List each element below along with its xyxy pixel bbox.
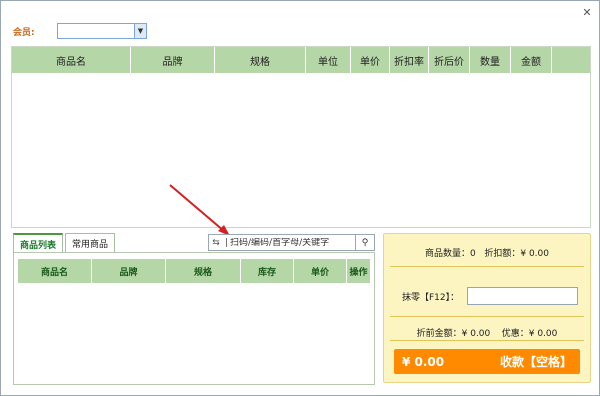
col-discount-rate: 折扣率 xyxy=(390,47,429,73)
cashier-window: ✕ 会员: ▼ 商品名 品牌 规格 单位 单价 折扣率 折后价 数量 金额 商品… xyxy=(0,0,600,396)
summary-row-amount: 折前金额：¥ 0.00 优惠：¥ 0.00 xyxy=(384,326,590,339)
benefit-value: ¥ 0.00 xyxy=(528,329,558,339)
pre-discount-value: ¥ 0.00 xyxy=(461,329,491,339)
qty-value: 0 xyxy=(470,249,476,259)
col-spec: 规格 xyxy=(215,47,306,73)
summary-row-qty: 商品数量：0 折扣额：¥ 0.00 xyxy=(384,246,590,259)
divider xyxy=(390,266,584,267)
tab-product-list[interactable]: 商品列表 xyxy=(13,233,64,253)
benefit-label: 优惠： xyxy=(501,329,529,339)
search-divider xyxy=(226,238,227,247)
pay-amount: ¥ 0.00 xyxy=(402,354,445,369)
col-price: 单价 xyxy=(351,47,390,73)
list-col-action: 操作 xyxy=(349,267,368,278)
col-unit: 单位 xyxy=(306,47,351,73)
qty-label: 商品数量： xyxy=(425,249,471,259)
divider xyxy=(390,340,584,341)
list-col-price: 单价 xyxy=(294,259,347,283)
discount-value: ¥ 0.00 xyxy=(520,249,549,259)
round-off-label: 抹零【F12】： xyxy=(402,292,460,303)
product-browser: 商品列表 常用商品 ⇆ ⚲ 商品名 品牌 规格 库存 单价 操作 xyxy=(11,233,375,385)
swap-icon[interactable]: ⇆ xyxy=(209,238,223,248)
member-bar: 会员: ▼ xyxy=(13,23,147,39)
product-tabs: 商品列表 常用商品 xyxy=(13,233,117,253)
tab-common-products[interactable]: 常用商品 xyxy=(65,233,116,252)
list-col-stock: 库存 xyxy=(241,259,294,283)
pre-discount-label: 折前金额： xyxy=(416,329,462,339)
cart-table: 商品名 品牌 规格 单位 单价 折扣率 折后价 数量 金额 xyxy=(11,46,591,228)
chevron-down-icon[interactable]: ▼ xyxy=(134,24,146,38)
list-col-spec: 规格 xyxy=(166,259,241,283)
col-discounted-price: 折后价 xyxy=(429,47,470,73)
cart-table-header: 商品名 品牌 规格 单位 单价 折扣率 折后价 数量 金额 xyxy=(12,47,590,73)
close-icon[interactable]: ✕ xyxy=(581,6,593,19)
divider xyxy=(390,316,584,317)
col-product-name: 商品名 xyxy=(12,47,131,73)
discount-label: 折扣额： xyxy=(484,249,521,259)
member-select[interactable]: ▼ xyxy=(57,23,147,39)
search-icon[interactable]: ⚲ xyxy=(355,235,374,250)
col-brand: 品牌 xyxy=(131,47,215,73)
list-col-brand: 品牌 xyxy=(92,259,166,283)
list-col-name: 商品名 xyxy=(18,259,92,283)
checkout-panel: 商品数量：0 折扣额：¥ 0.00 抹零【F12】： 折前金额：¥ 0.00 优… xyxy=(383,233,591,383)
col-quantity: 数量 xyxy=(470,47,511,73)
product-list-header: 商品名 品牌 规格 库存 单价 操作 xyxy=(18,259,370,283)
product-list-panel: 商品名 品牌 规格 库存 单价 操作 xyxy=(13,252,375,385)
collect-payment-button[interactable]: ¥ 0.00 收款【空格】 xyxy=(394,349,580,374)
round-off-input[interactable] xyxy=(467,287,579,305)
col-amount: 金额 xyxy=(511,47,552,73)
col-filler xyxy=(552,47,590,73)
pointer-arrow-icon xyxy=(169,184,230,236)
round-off-row: 抹零【F12】： xyxy=(402,287,579,305)
product-search: ⇆ ⚲ xyxy=(208,234,375,251)
search-input[interactable] xyxy=(230,237,348,248)
member-label: 会员: xyxy=(13,27,35,38)
pay-label: 收款【空格】 xyxy=(499,355,572,369)
